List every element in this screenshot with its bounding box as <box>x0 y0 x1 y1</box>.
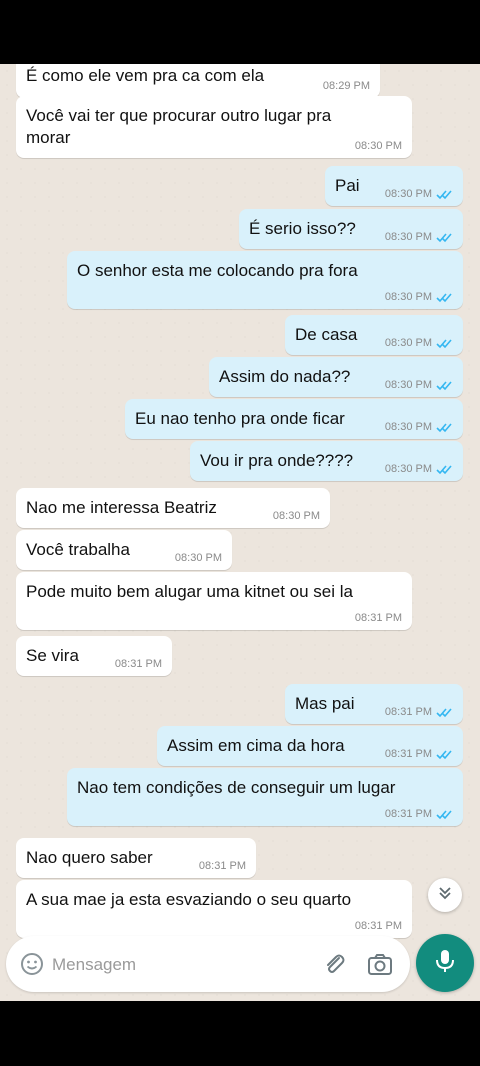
message-time: 08:30 PM <box>385 421 453 433</box>
message-outgoing[interactable]: Eu nao tenho pra onde ficar 08:30 PM <box>125 399 463 439</box>
message-time: 08:31 PM <box>354 612 402 624</box>
double-check-icon <box>436 809 453 820</box>
message-time: 08:30 PM <box>385 188 453 200</box>
double-check-icon <box>436 338 453 349</box>
message-outgoing[interactable]: Nao tem condições de conseguir um lugar … <box>67 768 463 826</box>
message-incoming[interactable]: A sua mae ja esta esvaziando o seu quart… <box>16 880 412 938</box>
message-incoming[interactable]: Pode muito bem alugar uma kitnet ou sei … <box>16 572 412 630</box>
double-check-icon <box>436 292 453 303</box>
message-text: Nao tem condições de conseguir um lugar <box>77 778 396 797</box>
double-check-icon <box>436 707 453 718</box>
message-incoming[interactable]: É como ele vem pra ca com ela 08:29 PM <box>16 64 380 98</box>
message-time: 08:30 PM <box>385 463 453 475</box>
message-time: 08:30 PM <box>385 291 453 303</box>
message-time: 08:30 PM <box>354 140 402 152</box>
message-time: 08:30 PM <box>385 231 453 243</box>
message-time: 08:30 PM <box>385 379 453 391</box>
message-composer <box>6 936 410 992</box>
message-input[interactable] <box>50 950 274 980</box>
message-outgoing[interactable]: Assim em cima da hora 08:31 PM <box>157 726 463 766</box>
message-incoming[interactable]: Nao quero saber 08:31 PM <box>16 838 256 878</box>
message-text: A sua mae ja esta esvaziando o seu quart… <box>26 890 352 909</box>
message-time: 08:31 PM <box>114 658 162 670</box>
double-check-icon <box>436 749 453 760</box>
camera-icon[interactable] <box>366 950 394 983</box>
double-check-icon <box>436 232 453 243</box>
message-outgoing[interactable]: Pai 08:30 PM <box>325 166 463 206</box>
message-outgoing[interactable]: Mas pai 08:31 PM <box>285 684 463 724</box>
message-time: 08:29 PM <box>322 80 370 92</box>
message-text: O senhor esta me colocando pra fora <box>77 261 358 280</box>
microphone-button[interactable] <box>416 934 474 992</box>
double-chevron-down-icon <box>437 885 453 906</box>
message-outgoing[interactable]: O senhor esta me colocando pra fora 08:3… <box>67 251 463 309</box>
message-outgoing[interactable]: Vou ir pra onde???? 08:30 PM <box>190 441 463 481</box>
emoji-icon[interactable] <box>20 952 44 981</box>
message-time: 08:31 PM <box>354 920 402 932</box>
message-outgoing[interactable]: É serio isso?? 08:30 PM <box>239 209 463 249</box>
double-check-icon <box>436 422 453 433</box>
message-time: 08:31 PM <box>385 808 453 820</box>
message-time: 08:31 PM <box>385 748 453 760</box>
message-incoming[interactable]: Nao me interessa Beatriz 08:30 PM <box>16 488 330 528</box>
message-incoming[interactable]: Você trabalha 08:30 PM <box>16 530 232 570</box>
message-text: Pode muito bem alugar uma kitnet ou sei … <box>26 582 353 601</box>
message-incoming[interactable]: Se vira 08:31 PM <box>16 636 172 676</box>
message-incoming[interactable]: Você vai ter que procurar outro lugar pr… <box>16 96 412 158</box>
message-outgoing[interactable]: Assim do nada?? 08:30 PM <box>209 357 463 397</box>
double-check-icon <box>436 380 453 391</box>
message-time: 08:31 PM <box>198 860 246 872</box>
message-time: 08:30 PM <box>272 510 320 522</box>
double-check-icon <box>436 464 453 475</box>
message-text: É como ele vem pra ca com ela <box>26 66 265 85</box>
message-time: 08:31 PM <box>385 706 453 718</box>
chat-area[interactable]: É como ele vem pra ca com ela 08:29 PM V… <box>0 64 480 1001</box>
message-time: 08:30 PM <box>385 337 453 349</box>
message-text: Você vai ter que procurar outro lugar pr… <box>26 106 332 147</box>
double-check-icon <box>436 189 453 200</box>
message-outgoing[interactable]: De casa 08:30 PM <box>285 315 463 355</box>
message-time: 08:30 PM <box>174 552 222 564</box>
paperclip-icon[interactable] <box>320 950 348 983</box>
microphone-icon <box>433 948 457 979</box>
scroll-to-bottom-button[interactable] <box>428 878 462 912</box>
